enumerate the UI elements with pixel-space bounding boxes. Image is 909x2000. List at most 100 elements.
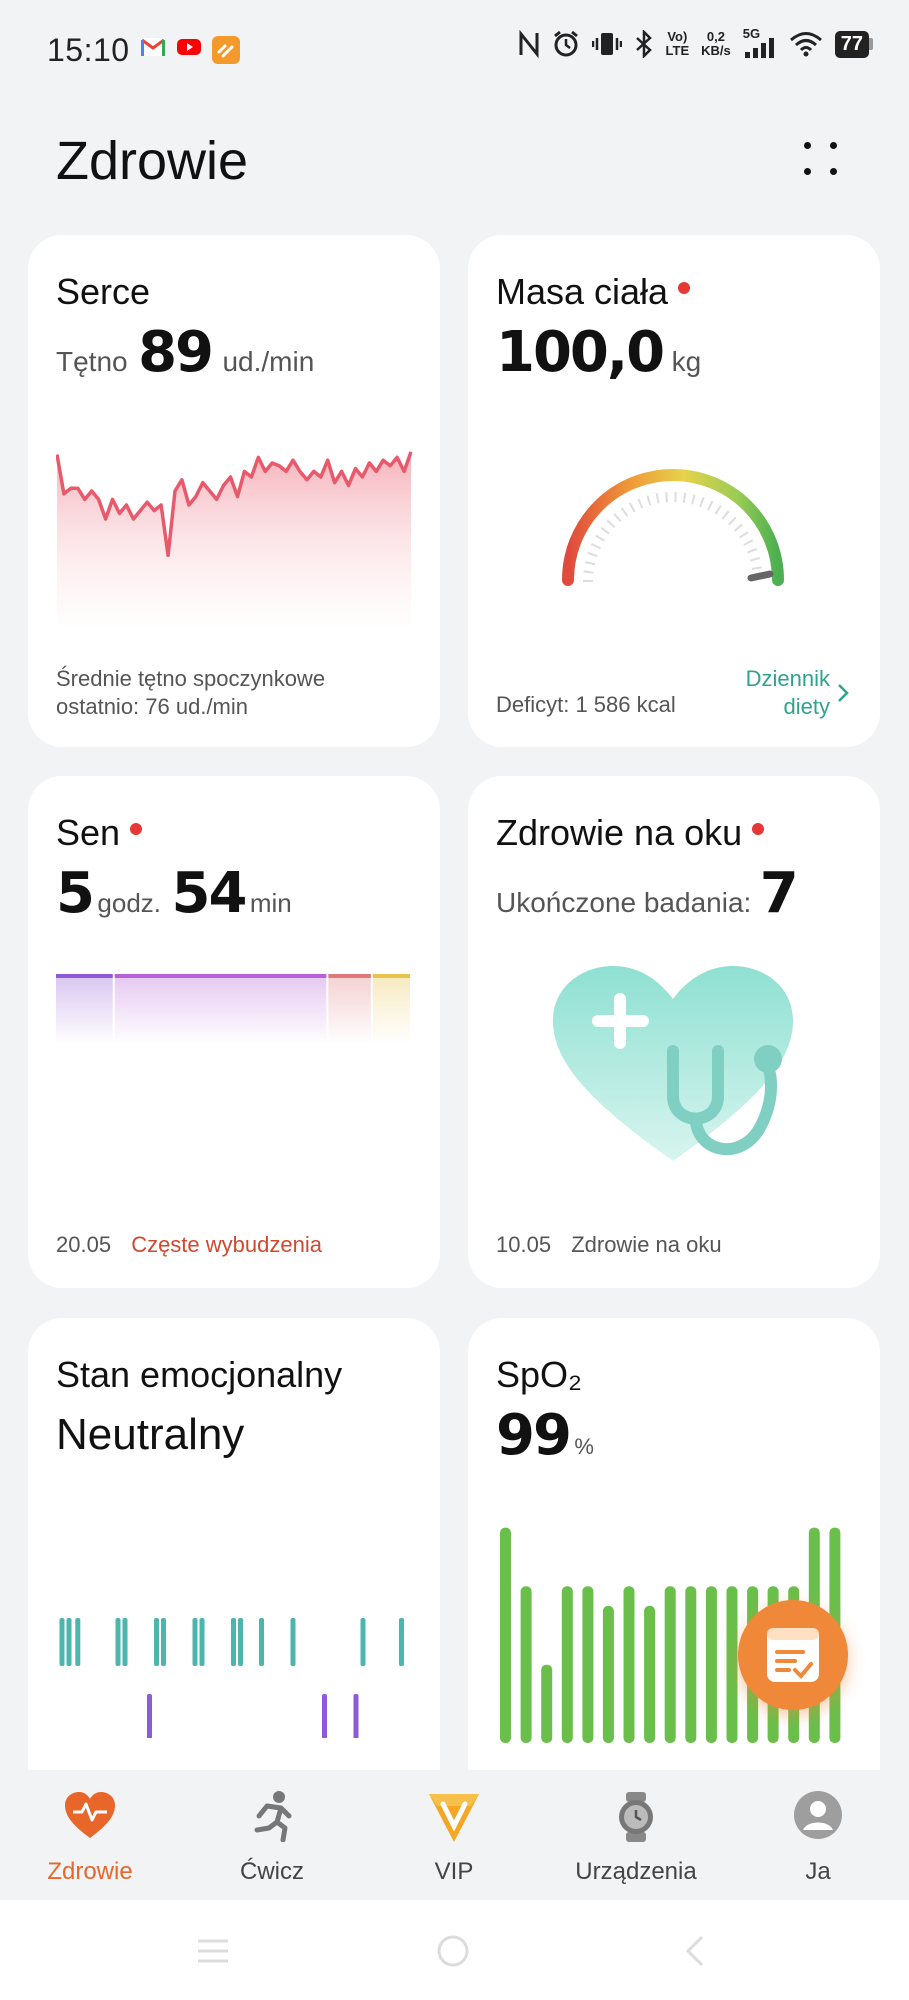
sleep-title-row: Sen [56, 812, 143, 854]
eye-metric-label: Ukończone badania: [496, 887, 752, 918]
mood-mark-neutral [259, 1618, 264, 1666]
heart-rate-readout: Tętno 89 ud./min [56, 320, 314, 385]
mood-mark-neutral [66, 1618, 72, 1666]
health-report-button[interactable] [738, 1600, 848, 1710]
eye-footer: 10.05 Zdrowie na oku [496, 1232, 722, 1258]
spo2-bar [582, 1586, 594, 1743]
status-bar: 15:10 Vo) LTE 0,2 KB/s 5G 77 [0, 0, 909, 100]
sleep-card[interactable]: Sen 5 godz. 54 min 20.05 Częste wybudzen… [28, 776, 440, 1288]
page-title: Zdrowie [56, 131, 249, 191]
battery-level: 77 [834, 30, 869, 58]
weight-card[interactable]: Masa ciała 100,0 kg Deficyt: 1 586 kcal … [468, 235, 880, 747]
sleep-footer: 20.05 Częste wybudzenia [56, 1232, 322, 1258]
avatar-icon [794, 1791, 842, 1839]
chevron-right-icon [838, 684, 849, 702]
spo2-value: 99 [496, 1403, 572, 1468]
battery-icon: 77 [834, 30, 873, 58]
orange-app-icon [212, 36, 240, 64]
weight-readout: 100,0 kg [496, 320, 701, 385]
health-report-icon [767, 1628, 819, 1682]
diet-diary-link[interactable]: Dziennik diety [746, 665, 850, 721]
weight-title: Masa ciała [496, 271, 669, 312]
heart-rate-unit: ud./min [222, 346, 315, 377]
nav-label: VIP [434, 1858, 474, 1885]
mood-mark-neutral [75, 1618, 81, 1666]
spo2-bar [644, 1605, 656, 1743]
wifi-icon [789, 32, 822, 57]
mood-mark-neutral [59, 1618, 65, 1666]
sleep-stage-deep-bar [56, 974, 113, 978]
weight-value: 100,0 [496, 320, 665, 385]
sleep-stage-rem-bar [328, 974, 371, 978]
spo2-bar [520, 1586, 532, 1743]
heart-rate-chart [56, 451, 412, 625]
spo2-bar [561, 1586, 573, 1743]
spo2-bar [705, 1586, 717, 1743]
sleep-date: 20.05 [56, 1232, 112, 1257]
watch-icon [619, 1792, 653, 1842]
heart-card[interactable]: Serce Tętno 89 ud./min Średnie tętno spo… [28, 235, 440, 747]
heart-rate-value: 89 [138, 320, 214, 385]
eye-title-row: Zdrowie na oku [496, 812, 765, 854]
spo2-bar [541, 1664, 553, 1743]
mood-mark-stressed [353, 1694, 359, 1738]
eye-readout: Ukończone badania: 7 [496, 861, 799, 926]
nav-zdrowie[interactable]: Zdrowie [10, 1770, 170, 1900]
recents-icon[interactable] [196, 1938, 230, 1964]
youtube-icon [177, 39, 201, 55]
nav-vip[interactable]: VIP [374, 1770, 534, 1900]
sleep-stage-deep-fill [56, 974, 113, 1044]
vibrate-icon [591, 33, 622, 55]
nav-urzadzenia[interactable]: Urządzenia [556, 1770, 716, 1900]
heart-footer: Średnie tętno spoczynkowe ostatnio: 76 u… [56, 665, 325, 721]
mood-card[interactable]: Stan emocjonalny Neutralny [28, 1318, 440, 1838]
weight-gauge [562, 469, 784, 586]
weight-title-row: Masa ciała [496, 271, 691, 313]
resting-hr-line2: ostatnio: 76 ud./min [56, 694, 249, 719]
mood-mark-neutral [231, 1618, 236, 1666]
diet-link-line2: diety [783, 694, 830, 719]
spo2-card[interactable]: SpO₂ 99 % [468, 1318, 880, 1838]
mood-chart [59, 1618, 404, 1738]
sleep-stage-awake-fill [372, 974, 410, 1044]
resting-hr-line1: Średnie tętno spoczynkowe [56, 666, 326, 691]
sleep-minutes: 54 [171, 861, 247, 926]
nav-label: Ja [805, 1858, 831, 1885]
weight-deficit: Deficyt: 1 586 kcal [496, 692, 676, 717]
mood-mark-neutral [399, 1618, 404, 1666]
heart-rate-area [57, 451, 411, 625]
home-icon[interactable] [436, 1934, 470, 1968]
spo2-unit: % [574, 1434, 594, 1459]
sleep-minutes-unit: min [249, 888, 292, 918]
eye-title: Zdrowie na oku [496, 812, 743, 853]
spo2-bar [602, 1605, 614, 1743]
sleep-readout: 5 godz. 54 min [56, 861, 292, 926]
status-time: 15:10 [47, 32, 130, 68]
diet-link-line1: Dziennik [745, 666, 830, 691]
signal-icon: 5G [743, 26, 777, 58]
more-menu-button[interactable] [800, 138, 844, 182]
spo2-bar [623, 1586, 635, 1743]
eye-footer-label: Zdrowie na oku [571, 1232, 722, 1257]
sleep-stages-chart [56, 974, 410, 1044]
heart-metric-label: Tętno [56, 346, 128, 377]
nav-cwicz[interactable]: Ćwicz [192, 1770, 352, 1900]
back-icon[interactable] [684, 1934, 706, 1968]
mood-mark-neutral [238, 1618, 243, 1666]
mood-mark-neutral [199, 1618, 205, 1666]
system-nav-bar [0, 1900, 909, 2000]
sleep-title: Sen [56, 812, 121, 853]
nfc-icon [519, 30, 539, 58]
alarm-icon [553, 30, 578, 57]
mood-mark-neutral [115, 1618, 121, 1666]
gauge-arc [562, 469, 784, 586]
sleep-stage-awake-bar [372, 974, 410, 978]
unread-dot [678, 282, 691, 295]
mood-mark-neutral [360, 1618, 366, 1666]
sleep-stage-rem-fill [328, 974, 371, 1044]
volte-icon: Vo) LTE [665, 29, 690, 58]
mood-mark-stressed [147, 1694, 152, 1738]
eye-health-card[interactable]: Zdrowie na oku Ukończone badania: 7 10.0… [468, 776, 880, 1288]
nav-ja[interactable]: Ja [738, 1770, 898, 1900]
eye-tests-value: 7 [759, 861, 799, 926]
